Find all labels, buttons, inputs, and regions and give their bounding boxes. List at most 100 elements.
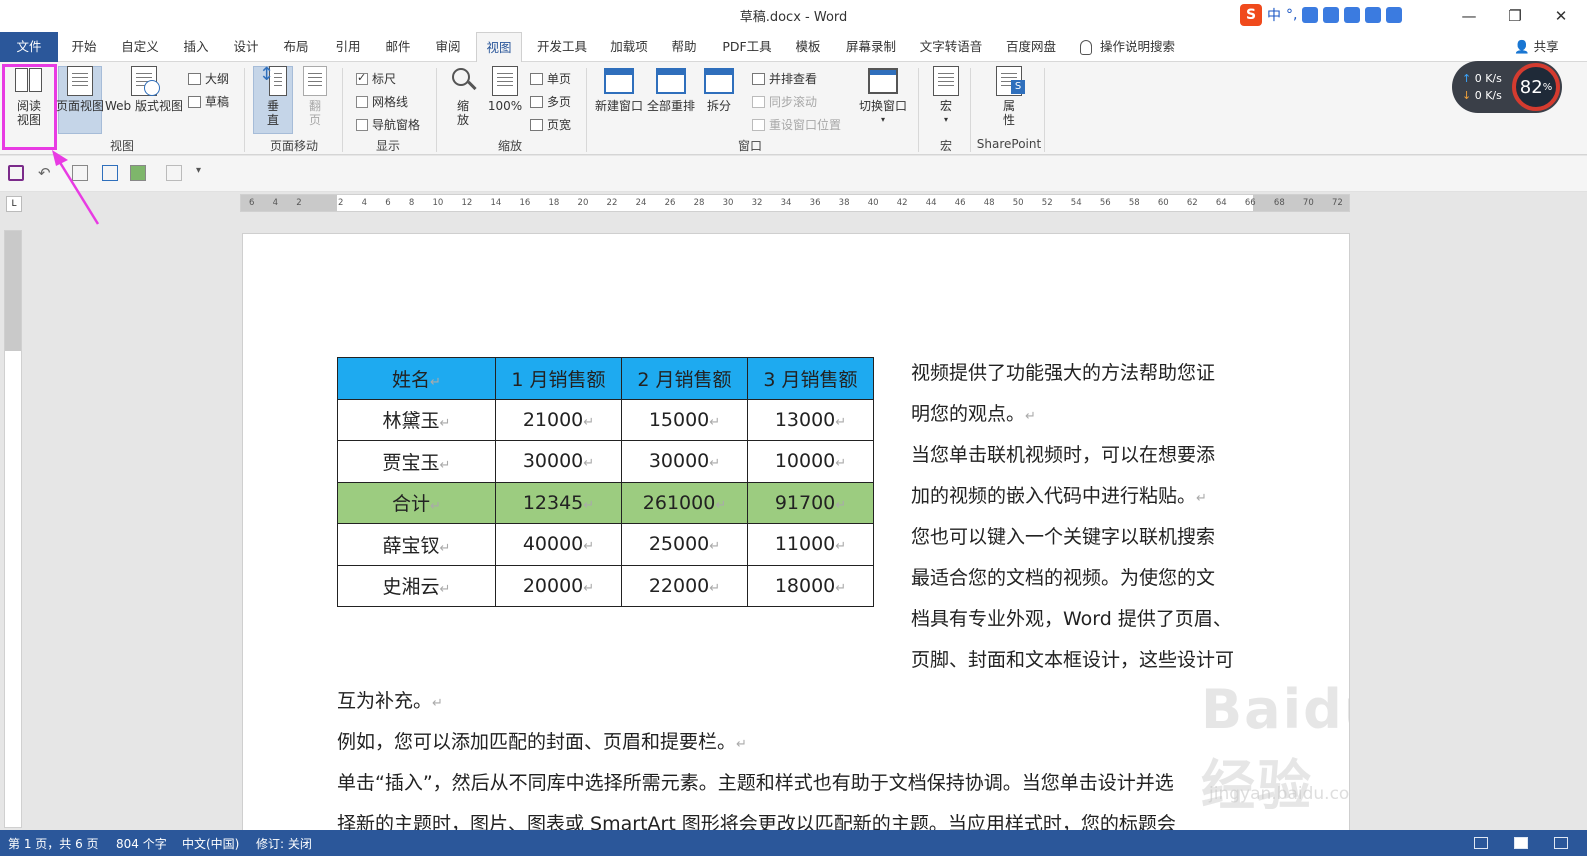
table-cell[interactable]: 20000↵: [495, 564, 622, 607]
tell-me-search[interactable]: 操作说明搜索: [1080, 32, 1190, 62]
print-layout-status-icon[interactable]: [1514, 837, 1528, 849]
multiple-pages-button[interactable]: 多页: [530, 93, 571, 110]
status-bar: 第 1 页，共 6 页 804 个字 中文(中国) 修订: 关闭: [0, 830, 1587, 856]
table-cell[interactable]: 18000↵: [747, 564, 874, 607]
table-header-cell[interactable]: 姓名↵: [337, 357, 496, 400]
table-cell[interactable]: 30000↵: [621, 440, 748, 483]
outline-button[interactable]: 大纲: [188, 70, 229, 87]
web-layout-status-icon[interactable]: [1554, 837, 1568, 849]
table-cell[interactable]: 21000↵: [495, 398, 622, 441]
tab-file[interactable]: 文件: [0, 32, 58, 62]
keyboard-icon[interactable]: [1344, 7, 1361, 23]
tab-help[interactable]: 帮助: [664, 32, 704, 62]
navigation-pane-checkbox[interactable]: 导航窗格: [356, 116, 420, 133]
table-cell[interactable]: 25000↵: [621, 523, 748, 566]
close-button[interactable]: ✕: [1538, 0, 1584, 32]
split-button[interactable]: 拆分: [700, 66, 738, 113]
page-width-button[interactable]: 页宽: [530, 116, 571, 133]
network-speed-widget[interactable]: ↑ 0 K/s ↓ 0 K/s 82%: [1452, 61, 1562, 113]
tab-custom[interactable]: 自定义: [112, 32, 168, 62]
vertical-ruler[interactable]: [4, 230, 22, 828]
tab-selector[interactable]: L: [6, 196, 22, 212]
tab-insert[interactable]: 插入: [176, 32, 216, 62]
share-button[interactable]: 👤 共享: [1514, 32, 1559, 62]
vertical-button[interactable]: ↕ 垂直: [254, 66, 292, 127]
zoom-100-button[interactable]: 100%: [486, 66, 524, 113]
tab-tts[interactable]: 文字转语音: [914, 32, 988, 62]
arrange-all-button[interactable]: 全部重排: [646, 66, 696, 113]
one-page-button[interactable]: 单页: [530, 70, 571, 87]
read-mode-status-icon[interactable]: [1474, 837, 1488, 849]
sync-scroll-button[interactable]: 同步滚动: [752, 93, 817, 110]
save-icon[interactable]: [8, 165, 24, 181]
language-indicator[interactable]: 中文(中国): [182, 835, 239, 852]
table-cell[interactable]: 林黛玉↵: [337, 398, 496, 441]
reset-position-button[interactable]: 重设窗口位置: [752, 116, 841, 133]
gridlines-checkbox[interactable]: 网格线: [356, 93, 408, 110]
side-by-side-button[interactable]: 并排查看: [752, 70, 817, 87]
table-cell[interactable]: 15000↵: [621, 398, 748, 441]
ime-lang[interactable]: 中: [1267, 5, 1281, 25]
new-doc-icon[interactable]: [166, 165, 182, 181]
document-page[interactable]: 姓名↵ 1 月销售额 2 月销售额 3 月销售额 林黛玉↵ 21000↵ 15000…: [242, 233, 1350, 833]
sales-table[interactable]: 姓名↵ 1 月销售额 2 月销售额 3 月销售额 林黛玉↵ 21000↵ 15000…: [337, 357, 874, 607]
table-icon[interactable]: [130, 165, 146, 181]
side-to-side-button[interactable]: 翻页: [296, 66, 334, 127]
tab-developer[interactable]: 开发工具: [532, 32, 592, 62]
skin-icon[interactable]: [1365, 7, 1382, 23]
tab-screen-record[interactable]: 屏幕录制: [840, 32, 902, 62]
tab-view[interactable]: 视图: [476, 32, 522, 63]
tab-mailings[interactable]: 邮件: [378, 32, 418, 62]
table-cell[interactable]: 合计↵: [337, 481, 496, 524]
table-cell[interactable]: 30000↵: [495, 440, 622, 483]
web-layout-button[interactable]: Web 版式视图: [104, 66, 184, 113]
table-cell[interactable]: 贾宝玉↵: [337, 440, 496, 483]
table-cell[interactable]: 10000↵: [747, 440, 874, 483]
memory-usage-gauge[interactable]: 82%: [1512, 63, 1560, 111]
minimize-button[interactable]: —: [1446, 0, 1492, 32]
tab-templates[interactable]: 模板: [788, 32, 828, 62]
tab-home[interactable]: 开始: [62, 32, 106, 62]
table-cell[interactable]: 261000↵: [621, 481, 748, 524]
properties-button[interactable]: S 属性: [990, 66, 1028, 127]
ruler-checkbox[interactable]: 标尺: [356, 70, 396, 87]
table-header-cell[interactable]: 1 月销售额: [495, 357, 622, 400]
table-cell[interactable]: 91700↵: [747, 481, 874, 524]
table-cell[interactable]: 12345↵: [495, 481, 622, 524]
table-cell[interactable]: 13000↵: [747, 398, 874, 441]
ime-toolbar[interactable]: S 中 °,: [1240, 3, 1446, 27]
restore-button[interactable]: ❐: [1492, 0, 1538, 32]
draft-button[interactable]: 草稿: [188, 93, 229, 110]
word-count[interactable]: 804 个字: [116, 835, 167, 852]
ime-punct[interactable]: °,: [1286, 7, 1297, 23]
horizontal-ruler[interactable]: 6 4 2 2 4 6 8 10 12 14 16 18 20 22 24 26 28 30 32 34 36 38 40 4…: [240, 194, 1350, 212]
table-cell[interactable]: 史湘云↵: [337, 564, 496, 607]
ruler-tick-label: 32: [751, 198, 763, 208]
macros-button[interactable]: 宏 ▾: [928, 66, 964, 127]
zoom-button[interactable]: 缩放: [446, 66, 480, 127]
customize-qat-icon[interactable]: ▾: [196, 165, 212, 181]
table-cell[interactable]: 40000↵: [495, 523, 622, 566]
tab-design[interactable]: 设计: [226, 32, 266, 62]
ruler-numbers: 6 4 2 2 4 6 8 10 12 14 16 18 20 22 24 26 28 30 32 34 36 38 40 4…: [241, 195, 1349, 211]
table-cell[interactable]: 薛宝钗↵: [337, 523, 496, 566]
new-window-button[interactable]: 新建窗口: [594, 66, 644, 113]
tab-references[interactable]: 引用: [328, 32, 368, 62]
page-count[interactable]: 第 1 页，共 6 页: [8, 835, 99, 852]
table-cell[interactable]: 22000↵: [621, 564, 748, 607]
tab-addins[interactable]: 加载项: [604, 32, 654, 62]
emoji-icon[interactable]: [1302, 7, 1319, 23]
tab-review[interactable]: 审阅: [428, 32, 468, 62]
tab-baidu-netdisk[interactable]: 百度网盘: [1000, 32, 1062, 62]
grid-icon[interactable]: [1386, 7, 1403, 23]
tab-pdf-tools[interactable]: PDF工具: [716, 32, 778, 62]
print-layout-button[interactable]: 页面视图: [56, 66, 104, 113]
sogou-logo-icon[interactable]: S: [1240, 4, 1262, 26]
mic-icon[interactable]: [1323, 7, 1340, 23]
track-changes-status[interactable]: 修订: 关闭: [256, 835, 312, 852]
switch-windows-button[interactable]: 切换窗口 ▾: [858, 66, 908, 127]
table-cell[interactable]: 11000↵: [747, 523, 874, 566]
table-header-cell[interactable]: 2 月销售额: [621, 357, 748, 400]
table-header-cell[interactable]: 3 月销售额: [747, 357, 874, 400]
tab-layout[interactable]: 布局: [276, 32, 316, 62]
